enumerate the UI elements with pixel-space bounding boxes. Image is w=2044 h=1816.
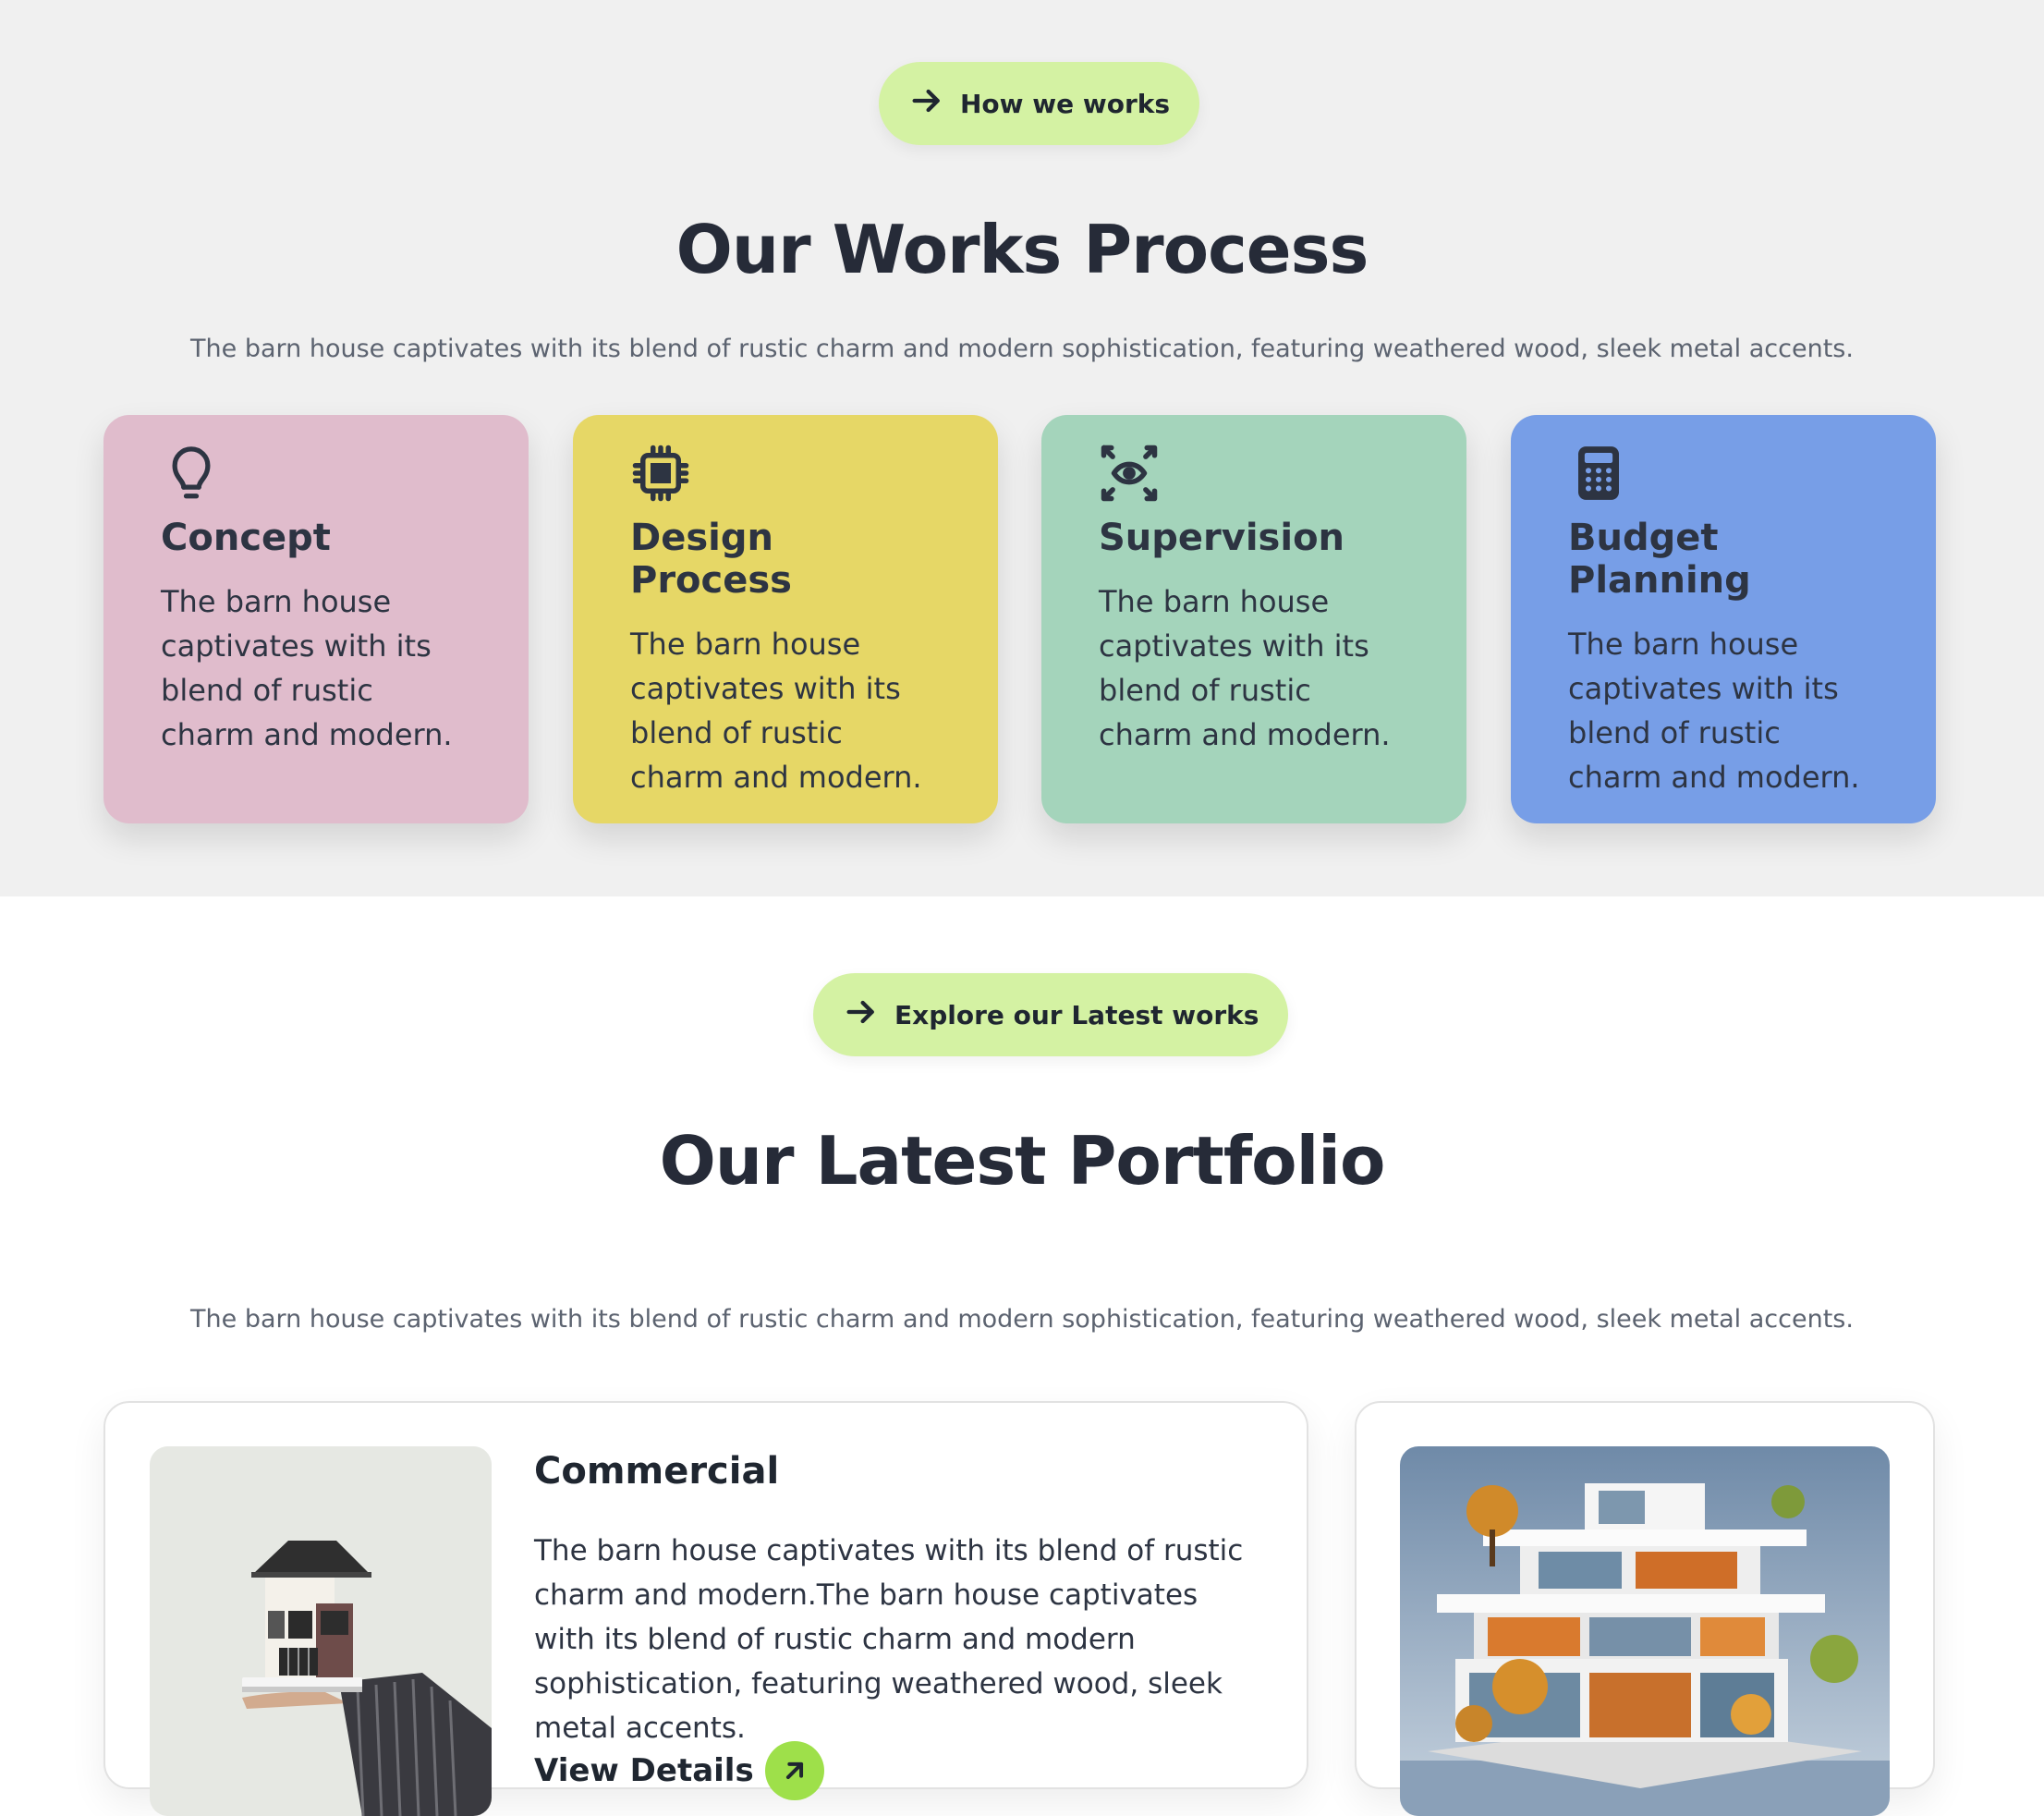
- lightbulb-icon: [161, 443, 222, 504]
- pill-label: Explore our Latest works: [894, 999, 1259, 1030]
- process-card-concept: Concept The barn house captivates with i…: [103, 415, 529, 823]
- works-process-section: How we works Our Works Process The barn …: [0, 0, 2044, 896]
- calculator-icon: [1568, 443, 1629, 504]
- process-card-design: Design Process The barn house captivates…: [573, 415, 998, 823]
- process-card-supervision: Supervision The barn house captivates wi…: [1041, 415, 1466, 823]
- section-title: Our Works Process: [675, 211, 1369, 288]
- chip-icon: [630, 443, 691, 504]
- arrow-up-right-icon: [764, 1741, 824, 1800]
- card-title: Budget Planning: [1568, 517, 1751, 602]
- arrow-right-icon: [843, 993, 880, 1037]
- portfolio-title: Our Latest Portfolio: [659, 1122, 1386, 1200]
- arrow-right-icon: [908, 82, 945, 126]
- card-title: Design Process: [630, 517, 792, 602]
- card-text: The barn house captivates with its blend…: [1099, 584, 1391, 752]
- view-details-label: View Details: [534, 1752, 754, 1789]
- view-details-link[interactable]: View Details: [534, 1741, 824, 1800]
- pill-label: How we works: [960, 88, 1171, 119]
- card-title: Concept: [161, 517, 331, 559]
- card-text: The barn house captivates with its blend…: [630, 627, 922, 795]
- portfolio-item-text: The barn house captivates with its blend…: [534, 1534, 1244, 1745]
- card-title: Supervision: [1099, 517, 1345, 559]
- card-text: The barn house captivates with its blend…: [1568, 627, 1860, 795]
- how-we-works-pill[interactable]: How we works: [879, 62, 1200, 145]
- card-text: The barn house captivates with its blend…: [161, 584, 453, 752]
- process-card-budget: Budget Planning The barn house captivate…: [1511, 415, 1936, 823]
- section-subtitle: The barn house captivates with its blend…: [190, 335, 1854, 363]
- portfolio-subtitle: The barn house captivates with its blend…: [190, 1305, 1854, 1334]
- portfolio-item-title: Commercial: [534, 1450, 780, 1493]
- explore-latest-works-pill[interactable]: Explore our Latest works: [813, 973, 1289, 1056]
- modern-house-image: [1400, 1446, 1890, 1816]
- commercial-house-image: [150, 1446, 492, 1816]
- eye-focus-icon: [1099, 443, 1160, 504]
